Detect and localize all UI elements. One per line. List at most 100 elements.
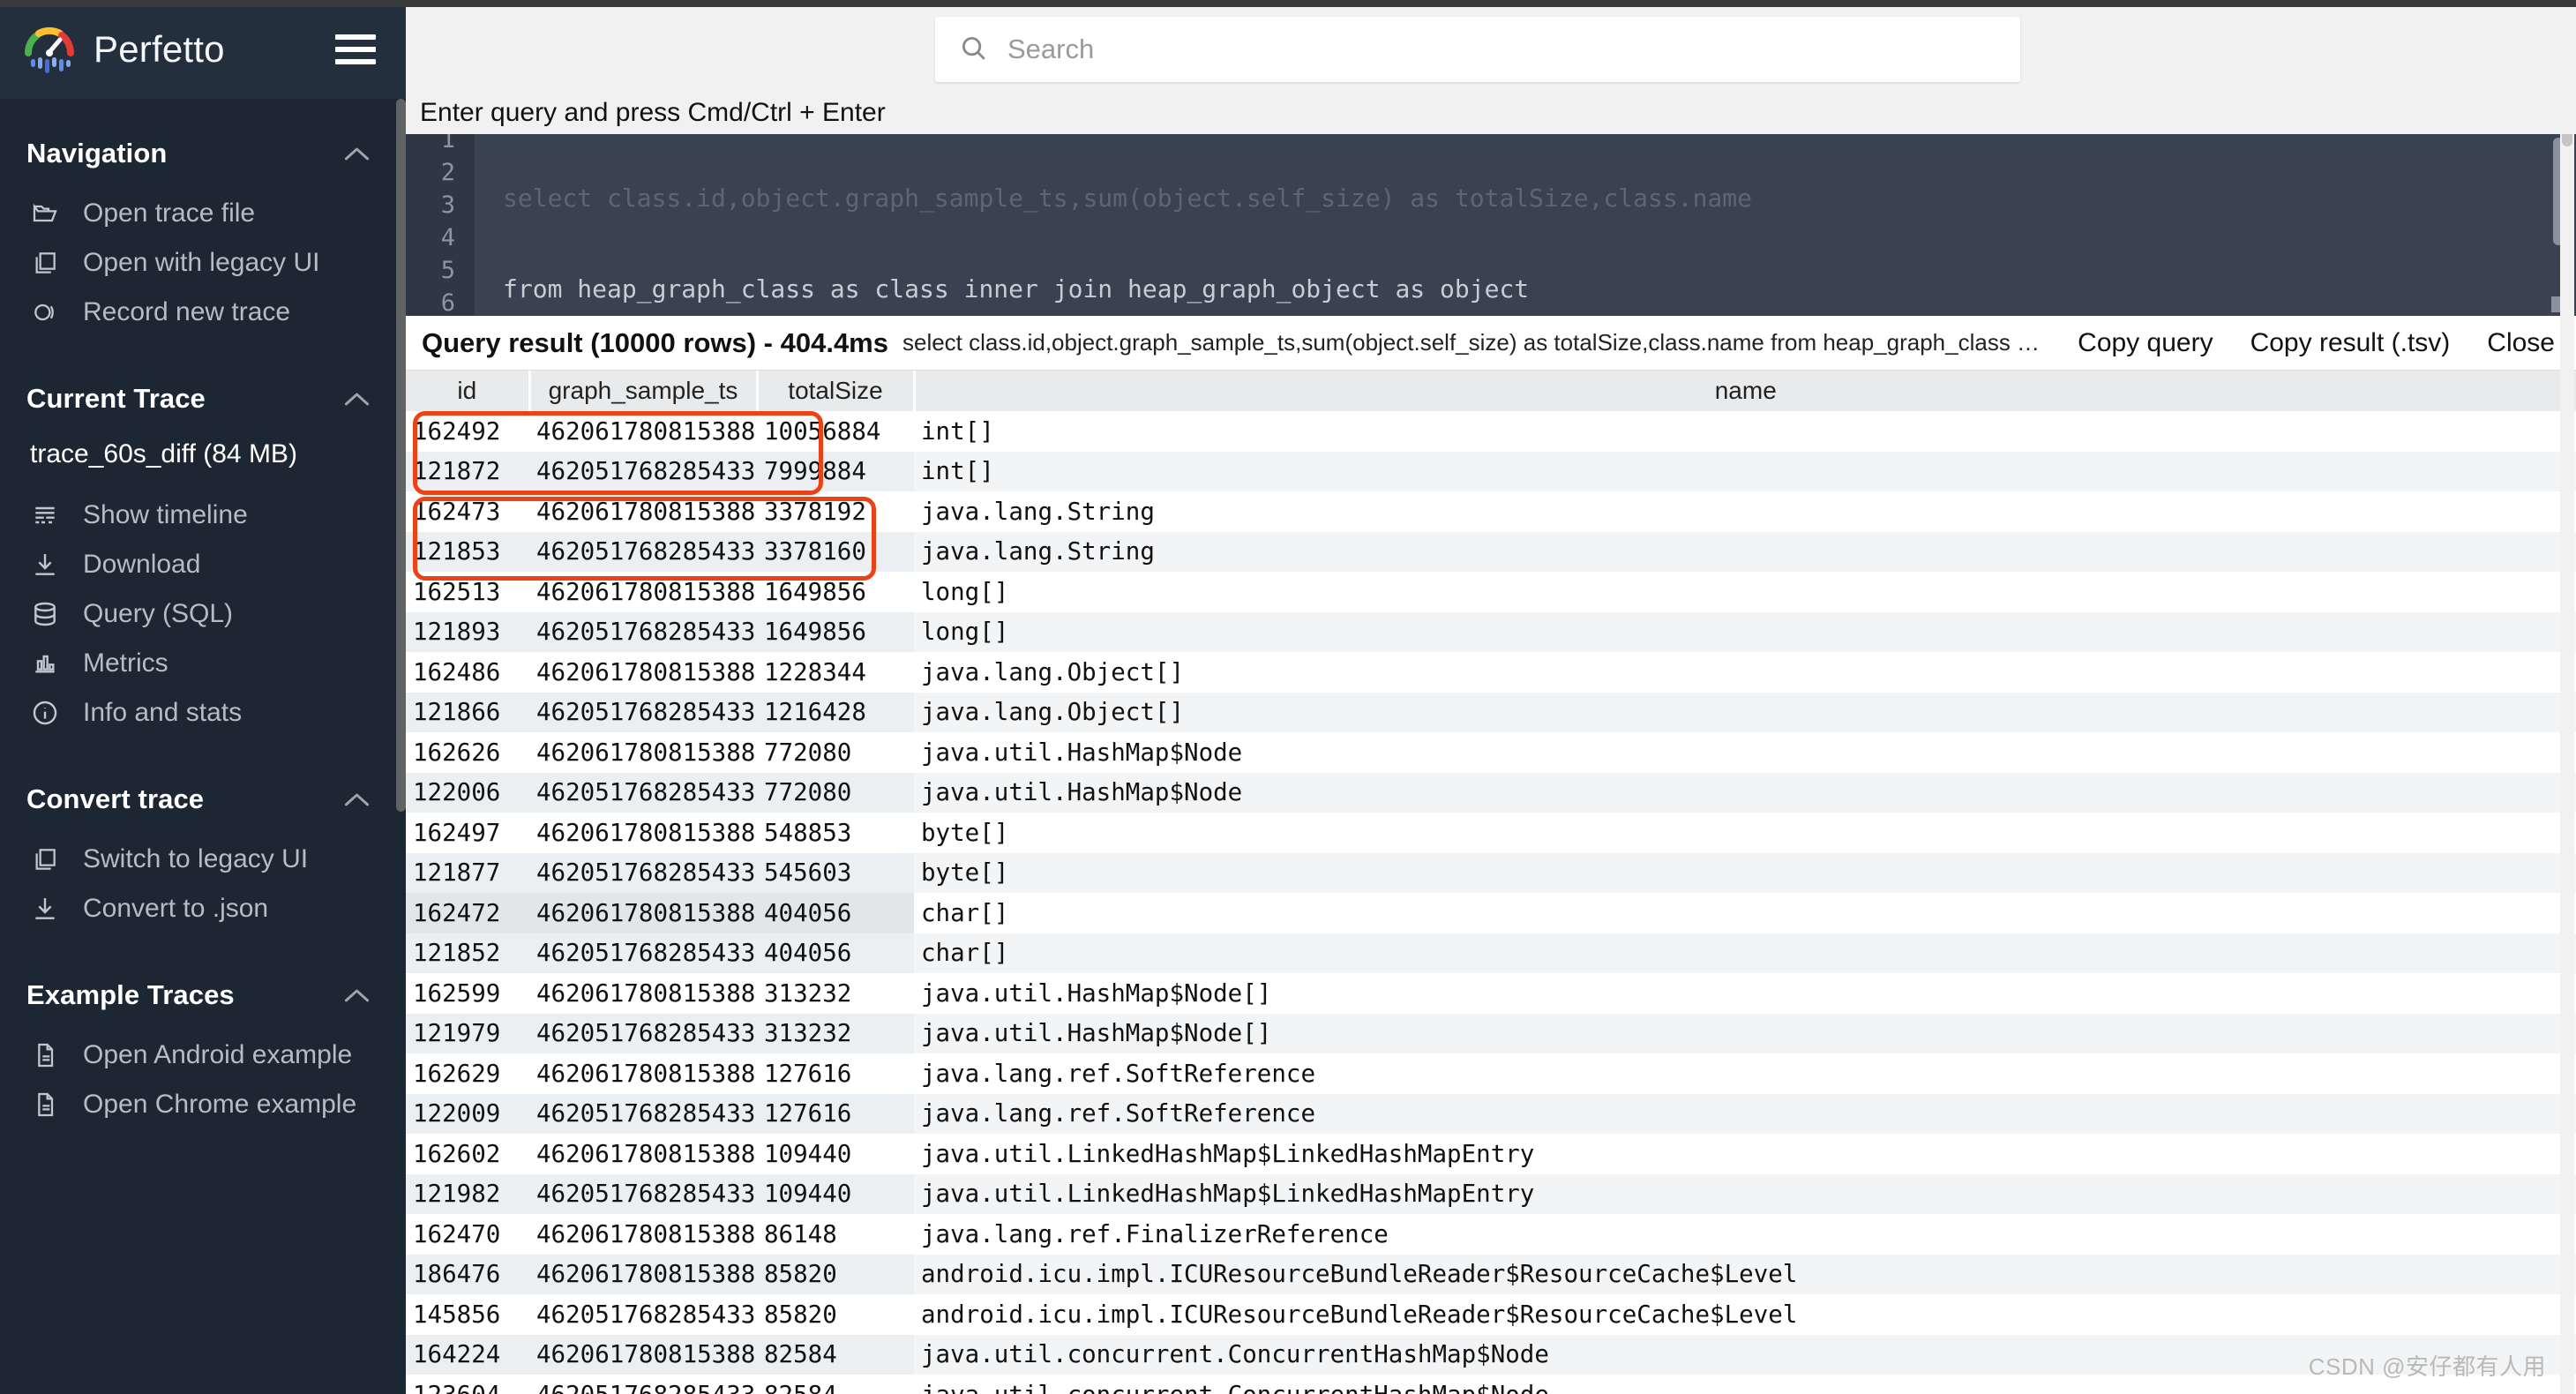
current-trace-name: trace_60s_diff (84 MB) <box>30 439 297 468</box>
table-row[interactable]: 121872 462051768285433 7999884 int[] <box>406 451 2576 491</box>
table-row[interactable]: 162497 462061780815388 548853 byte[] <box>406 813 2576 853</box>
query-code-lines[interactable]: select class.id,object.graph_sample_ts,s… <box>475 118 2576 316</box>
table-row[interactable]: 121877 462051768285433 545603 byte[] <box>406 852 2576 893</box>
cell-id: 121866 <box>406 692 529 732</box>
sidebar-item-query-sql[interactable]: Query (SQL) <box>0 589 406 639</box>
section-title: Navigation <box>26 138 168 169</box>
cell-totalsize: 85820 <box>757 1254 914 1294</box>
cell-totalsize: 10056884 <box>764 416 881 446</box>
query-editor[interactable]: Enter query and press Cmd/Ctrl + Enter 1… <box>406 92 2576 316</box>
query-result-bar: Query result (10000 rows) - 404.4ms sele… <box>406 316 2576 371</box>
table-row[interactable]: 121866 462051768285433 1216428 java.lang.Ob… <box>406 692 2576 732</box>
table-row[interactable]: 162629 462061780815388 127616 java.lang.ref… <box>406 1053 2576 1094</box>
hamburger-icon[interactable] <box>335 34 376 64</box>
sidebar-item-open-with-legacy-ui[interactable]: Open with legacy UI <box>0 238 406 288</box>
sidebar-item-switch-to-legacy-ui[interactable]: Switch to legacy UI <box>0 835 406 884</box>
sidebar-item-label: Open trace file <box>83 199 256 228</box>
cell-graph-sample-ts: 462061780815388 <box>529 893 757 933</box>
table-row[interactable]: 162513 462061780815388 1649856 long[] <box>406 572 2576 612</box>
close-result-button[interactable]: Close <box>2487 328 2555 358</box>
table-row[interactable]: 121893 462051768285433 1649856 long[] <box>406 611 2576 652</box>
cell-graph-sample-ts: 462051768285433 <box>529 451 757 491</box>
cell-id: 123604 <box>406 1375 529 1394</box>
cell-name: long[] <box>921 577 1009 606</box>
cell-totalsize: 313232 <box>764 978 852 1008</box>
search-input[interactable]: Search <box>935 17 2020 82</box>
sidebar-item-show-timeline[interactable]: Show timeline <box>0 491 406 540</box>
cell-graph-sample-ts: 462051768285433 <box>529 852 757 893</box>
table-row[interactable]: 162470 462061780815388 86148 java.lang.ref.… <box>406 1214 2576 1255</box>
sidebar-item-open-chrome-example[interactable]: Open Chrome example <box>0 1080 406 1129</box>
code-line: from heap_graph_class as class inner joi… <box>503 274 1530 304</box>
section-header-navigation[interactable]: Navigation <box>0 108 406 189</box>
copy-icon <box>30 844 60 874</box>
cell-totalsize: 3378192 <box>764 497 866 526</box>
query-result-table-container[interactable]: id graph_sample_ts totalSize name 162492… <box>406 371 2576 1394</box>
table-row[interactable]: 12360446205176828543382584java.util.conc… <box>406 1375 2576 1394</box>
chevron-up-icon[interactable] <box>344 391 371 407</box>
table-row[interactable]: 121852 462051768285433 404056 char[] <box>406 933 2576 973</box>
table-row[interactable]: 122006 462051768285433 772080 java.util.Has… <box>406 772 2576 813</box>
code-line: select class.id,object.graph_sample_ts,s… <box>503 184 1753 213</box>
cell-name: java.util.HashMap$Node <box>921 738 1243 767</box>
table-row[interactable]: 186476 462061780815388 85820 android.icu.im… <box>406 1254 2576 1294</box>
table-row[interactable]: 121982 462051768285433 109440 java.util.Lin… <box>406 1173 2576 1214</box>
search-placeholder: Search <box>1007 34 1095 64</box>
chevron-up-icon[interactable] <box>344 791 371 807</box>
sidebar-item-open-android-example[interactable]: Open Android example <box>0 1031 406 1080</box>
chevron-up-icon[interactable] <box>344 987 371 1003</box>
sidebar-scrollbar[interactable] <box>396 99 406 812</box>
cell-totalsize: 404056 <box>757 933 914 973</box>
sidebar-item-open-trace-file[interactable]: Open trace file <box>0 189 406 238</box>
cell-id: 122009 <box>406 1093 529 1134</box>
sidebar-item-convert-to-json[interactable]: Convert to .json <box>0 884 406 933</box>
table-row[interactable]: 162599 462061780815388 313232 java.util.Has… <box>406 973 2576 1014</box>
table-row[interactable]: 145856 462051768285433 85820 android.icu.im… <box>406 1294 2576 1335</box>
section-header-example-traces[interactable]: Example Traces <box>0 949 406 1031</box>
sidebar-sections: Navigation Open trace file Open with leg… <box>0 99 406 1394</box>
sidebar-item-record-new-trace[interactable]: Record new trace <box>0 288 406 337</box>
page-scrollbar[interactable] <box>2560 92 2574 1394</box>
table-row[interactable]: 164224 462061780815388 82584 java.util.conc… <box>406 1334 2576 1375</box>
table-row[interactable]: 162486 462061780815388 1228344 java.lang.Ob… <box>406 652 2576 693</box>
copy-query-button[interactable]: Copy query <box>2078 328 2213 358</box>
sidebar-item-label: Open Chrome example <box>83 1090 357 1119</box>
brand-logo[interactable]: Perfetto <box>25 24 335 75</box>
sidebar-section-convert-trace: Convert trace Switch to legacy UI Conver… <box>0 753 406 949</box>
table-row[interactable]: 121853 462051768285433 3378160 java.lang.St… <box>406 531 2576 572</box>
sidebar-section-current-trace: Current Trace trace_60s_diff (84 MB) Sho… <box>0 353 406 753</box>
table-row[interactable]: 121979 462051768285433 313232 java.util.Has… <box>406 1013 2576 1053</box>
column-header-graph-sample-ts[interactable]: graph_sample_ts <box>529 371 759 411</box>
table-row[interactable]: 162472 462061780815388 404056 char[] <box>406 893 2576 933</box>
sidebar-item-metrics[interactable]: Metrics <box>0 639 406 688</box>
column-header-id[interactable]: id <box>406 371 531 411</box>
cell-name: java.util.HashMap$Node[] <box>921 978 1272 1008</box>
section-header-convert-trace[interactable]: Convert trace <box>0 753 406 835</box>
cell-name: java.util.HashMap$Node <box>914 772 2576 813</box>
copy-result-tsv-button[interactable]: Copy result (.tsv) <box>2250 328 2451 358</box>
query-result-rows: 162492 462061780815388 10056884 int[] 121872… <box>406 411 2576 1394</box>
sidebar-item-info-and-stats[interactable]: Info and stats <box>0 688 406 738</box>
sidebar-item-download[interactable]: Download <box>0 540 406 589</box>
section-header-current-trace[interactable]: Current Trace <box>0 353 406 434</box>
chevron-up-icon[interactable] <box>344 146 371 161</box>
query-result-table: id graph_sample_ts totalSize name 162492… <box>406 371 2576 1394</box>
table-row[interactable]: 162473 462061780815388 3378192 java.lang.St… <box>406 491 2576 532</box>
timeline-icon <box>30 500 60 530</box>
main-content: Search Enter query and press Cmd/Ctrl + … <box>406 0 2576 1394</box>
sidebar-header: Perfetto <box>0 0 406 99</box>
table-row[interactable]: 122009 462051768285433 127616 java.lang.ref… <box>406 1093 2576 1134</box>
table-row[interactable]: 162602 462061780815388 109440 java.util.Lin… <box>406 1134 2576 1174</box>
table-row[interactable]: 162626 462061780815388 772080 java.util.Has… <box>406 732 2576 773</box>
cell-name: android.icu.impl.ICUResourceBundleReader… <box>914 1254 2576 1294</box>
column-header-name[interactable]: name <box>914 371 2576 411</box>
sidebar-item-label: Query (SQL) <box>83 599 234 628</box>
cell-totalsize: 109440 <box>764 1139 852 1168</box>
cell-graph-sample-ts: 462061780815388 <box>536 818 756 847</box>
cell-graph-sample-ts: 462061780815388 <box>536 416 756 446</box>
table-row[interactable]: 162492 462061780815388 10056884 int[] <box>406 411 2576 452</box>
cell-totalsize: 1649856 <box>764 577 866 606</box>
column-header-totalsize[interactable]: totalSize <box>757 371 916 411</box>
cell-id: 162472 <box>406 893 529 933</box>
query-editor-code-area[interactable]: 1 2 3 4 5 6 select class.id,object.graph… <box>406 118 2576 316</box>
